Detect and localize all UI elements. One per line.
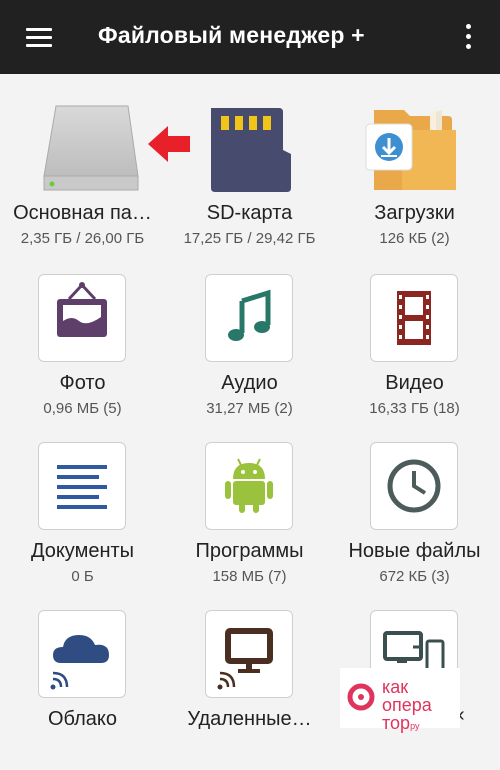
new-files-tile <box>370 442 458 530</box>
item-label: Удаленные… <box>187 708 312 730</box>
internal-storage-icon <box>0 104 165 194</box>
watermark-line-1: как <box>382 677 409 697</box>
document-lines-icon <box>57 465 107 509</box>
category-documents[interactable]: Документы 0 Б <box>0 442 165 592</box>
watermark-line-2: опера <box>382 696 432 714</box>
monitor-icon <box>217 628 273 690</box>
item-size: 17,25 ГБ / 29,42 ГБ <box>183 230 316 247</box>
clock-icon <box>387 459 441 513</box>
picture-frame-icon <box>57 282 107 337</box>
remote-tile <box>205 610 293 698</box>
storage-internal[interactable]: Основная па… 2,35 ГБ / 26,00 ГБ <box>0 104 190 254</box>
item-size: 672 КБ (3) <box>379 568 450 585</box>
watermark-logo: как опера торру <box>340 668 460 732</box>
app-title: Файловый менеджер + <box>98 22 365 48</box>
sd-card-icon <box>167 104 332 194</box>
item-size: 31,27 МБ (2) <box>206 400 293 417</box>
film-strip-icon <box>397 291 431 345</box>
watermark-line-3-text: тор <box>382 713 411 733</box>
item-label: Видео <box>385 372 444 394</box>
audio-tile <box>205 274 293 362</box>
category-video[interactable]: Видео 16,33 ГБ (18) <box>332 274 497 424</box>
watermark-suffix: ру <box>410 721 420 731</box>
item-size: 126 КБ (2) <box>379 230 450 247</box>
photos-tile <box>38 274 126 362</box>
cloud-tile <box>38 610 126 698</box>
item-label: Аудио <box>221 372 278 394</box>
menu-icon[interactable] <box>22 22 56 52</box>
item-label: Фото <box>59 372 106 394</box>
item-label: SD-карта <box>206 202 293 224</box>
item-label: Облако <box>47 708 117 730</box>
cloud-icon <box>50 635 109 690</box>
documents-tile <box>38 442 126 530</box>
item-size: 0 Б <box>71 568 94 585</box>
item-size: 0,96 МБ (5) <box>43 400 122 417</box>
item-label: Загрузки <box>374 202 455 224</box>
category-downloads[interactable]: Загрузки 126 КБ (2) <box>332 104 497 254</box>
category-cloud[interactable]: Облако <box>0 610 165 740</box>
video-tile <box>370 274 458 362</box>
item-label: Основная па… <box>13 202 152 224</box>
music-note-icon <box>228 289 271 341</box>
apps-tile <box>205 442 293 530</box>
storage-sd-card[interactable]: SD-карта 17,25 ГБ / 29,42 ГБ <box>167 104 332 254</box>
downloads-folder-icon <box>332 104 497 194</box>
watermark-line-2-text: опера <box>382 695 432 715</box>
category-audio[interactable]: Аудио 31,27 МБ (2) <box>167 274 332 424</box>
watermark-line-3: торру <box>382 714 419 735</box>
watermark-ring-icon <box>346 682 376 717</box>
item-size: 16,33 ГБ (18) <box>369 400 460 417</box>
app-bar: Файловый менеджер + <box>0 0 500 74</box>
item-size: 2,35 ГБ / 26,00 ГБ <box>20 230 145 247</box>
category-photos[interactable]: Фото 0,96 МБ (5) <box>0 274 165 424</box>
item-size: 158 МБ (7) <box>212 568 287 585</box>
android-icon <box>225 458 273 513</box>
item-label: Документы <box>30 540 135 562</box>
item-label: Программы <box>195 540 304 562</box>
item-label: Новые файлы <box>348 540 481 562</box>
more-options-icon[interactable] <box>456 20 480 54</box>
category-new-files[interactable]: Новые файлы 672 КБ (3) <box>332 442 497 592</box>
category-remote[interactable]: Удаленные… <box>167 610 332 740</box>
category-apps[interactable]: Программы 158 МБ (7) <box>167 442 332 592</box>
category-grid: Основная па… 2,35 ГБ / 26,00 ГБ SD-карта… <box>0 74 500 770</box>
